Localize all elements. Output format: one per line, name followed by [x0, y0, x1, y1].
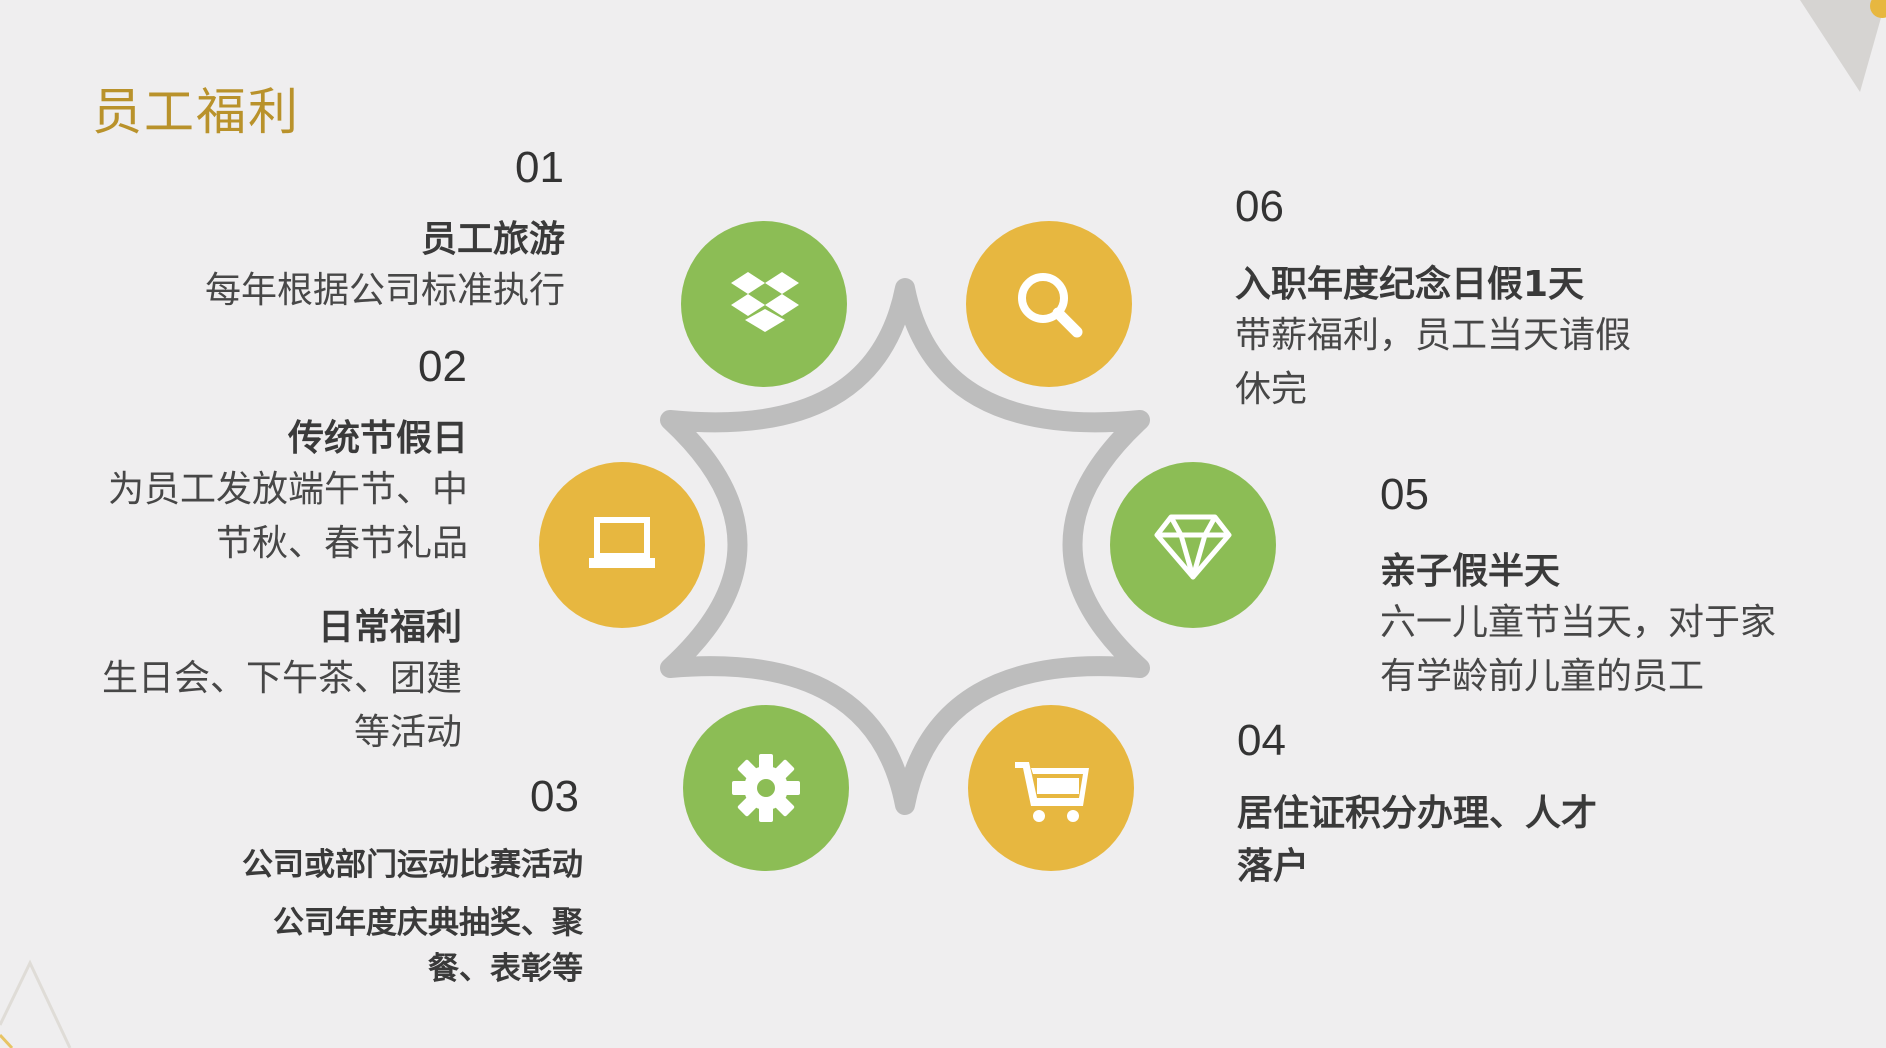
item-01-circle: [681, 221, 847, 387]
item-06-circle: [966, 221, 1132, 387]
item-06-heading: 入职年度纪念日假1天: [1235, 264, 1585, 305]
item-06-desc-line-2: 休完: [1235, 369, 1308, 410]
item-05-number: 05: [1380, 470, 1429, 519]
item-06-text: 入职年度纪念日假1天 带薪福利，员工当天请假 休完: [1235, 261, 1755, 417]
item-01-heading: 员工旅游: [420, 219, 565, 260]
item-04-circle: [968, 705, 1134, 871]
item-02-circle: [539, 462, 705, 628]
item-05-desc-line-1: 六一儿童节当天，对于家: [1380, 602, 1777, 643]
item-04-text: 居住证积分办理、人才 落户: [1237, 787, 1757, 893]
item-01-desc: 每年根据公司标准执行: [204, 270, 565, 311]
item-06-number: 06: [1235, 182, 1284, 231]
item-03-number: 03: [530, 772, 579, 821]
item-03-text: 公司或部门运动比赛活动 公司年度庆典抽奖、聚 餐、表彰等: [0, 842, 583, 992]
item-01-text: 员工旅游 每年根据公司标准执行: [0, 216, 565, 318]
item-02-text: 传统节假日 为员工发放端午节、中 节秋、春节礼品: [0, 415, 468, 571]
item-02-desc-line-1: 为员工发放端午节、中: [107, 469, 468, 510]
item-03-line-2: 公司年度庆典抽奖、聚: [273, 905, 583, 941]
item-02-desc2-line-1: 生日会、下午茶、团建: [101, 658, 462, 699]
item-05-text: 亲子假半天 六一儿童节当天，对于家 有学龄前儿童的员工: [1380, 548, 1860, 704]
corner-decoration-top-right: [1800, 0, 1886, 92]
item-02-desc-line-2: 节秋、春节礼品: [215, 523, 468, 564]
item-04-line-1: 居住证积分办理、人才: [1237, 793, 1598, 834]
item-01-number: 01: [515, 143, 564, 192]
item-03-line-1: 公司或部门运动比赛活动: [242, 847, 583, 883]
item-02-number: 02: [418, 342, 467, 391]
gear-icon: [732, 754, 800, 822]
item-04-line-2: 落户: [1237, 846, 1310, 887]
item-06-desc-line-1: 带薪福利，员工当天请假: [1235, 315, 1632, 356]
item-05-circle: [1110, 462, 1276, 628]
corner-decoration-bottom-left: [0, 959, 72, 1048]
item-02-desc2-line-2: 等活动: [353, 712, 462, 753]
item-02-extra-text: 日常福利 生日会、下午茶、团建 等活动: [0, 604, 462, 760]
item-04-number: 04: [1237, 716, 1286, 765]
item-02-heading: 传统节假日: [287, 418, 468, 459]
item-03-line-3: 餐、表彰等: [428, 951, 583, 987]
item-03-circle: [683, 705, 849, 871]
item-05-heading: 亲子假半天: [1380, 551, 1561, 592]
item-05-desc-line-2: 有学龄前儿童的员工: [1380, 656, 1705, 697]
item-02-heading-2: 日常福利: [317, 607, 462, 648]
